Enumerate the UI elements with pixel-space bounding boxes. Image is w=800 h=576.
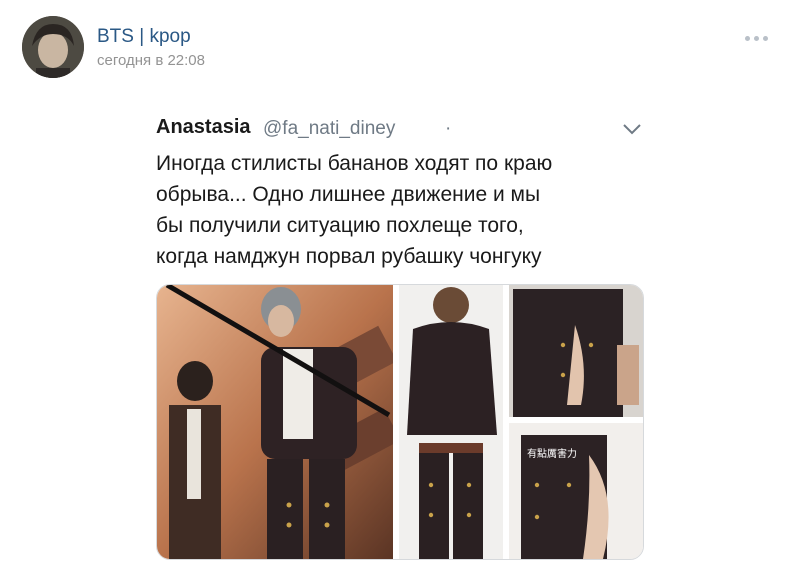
- pants-side-photo: 有點厲害力: [509, 423, 643, 559]
- tweet-author-handle: @fa_nati_diney: [263, 118, 396, 139]
- post-header: BTS | kpop сегодня в 22:08: [0, 0, 800, 90]
- chevron-down-icon[interactable]: [622, 122, 642, 136]
- tweet-text-line: бы получили ситуацию похлеще того,: [156, 214, 524, 237]
- jacket-photo: [399, 285, 503, 559]
- media-collage-image: 有點厲害力: [157, 285, 643, 559]
- tweet-text: Иногда стилисты бананов ходят по краю об…: [156, 148, 636, 272]
- photo-caption: 有點厲害力: [527, 447, 577, 460]
- tweet-text-line: Иногда стилисты бананов ходят по краю: [156, 152, 553, 175]
- tweet-media-collage[interactable]: 有點厲害力: [156, 284, 644, 560]
- group-name-link[interactable]: BTS | kpop: [97, 26, 191, 48]
- pants-back-photo: [509, 285, 643, 417]
- tweet-text-line: когда намджун порвал рубашку чонгуку: [156, 245, 542, 268]
- avatar[interactable]: [22, 16, 84, 78]
- avatar-photo: [22, 16, 84, 78]
- tweet-text-line: обрыва... Одно лишнее движение и мы: [156, 183, 541, 206]
- embedded-tweet: Anastasia @fa_nati_diney · Иногда стилис…: [150, 108, 650, 568]
- post-timestamp[interactable]: сегодня в 22:08: [97, 52, 205, 69]
- more-dots-icon[interactable]: [742, 30, 772, 46]
- stage-photo: [157, 285, 401, 559]
- tweet-author-name: Anastasia: [156, 116, 251, 138]
- tweet-separator-dot: ·: [445, 118, 452, 139]
